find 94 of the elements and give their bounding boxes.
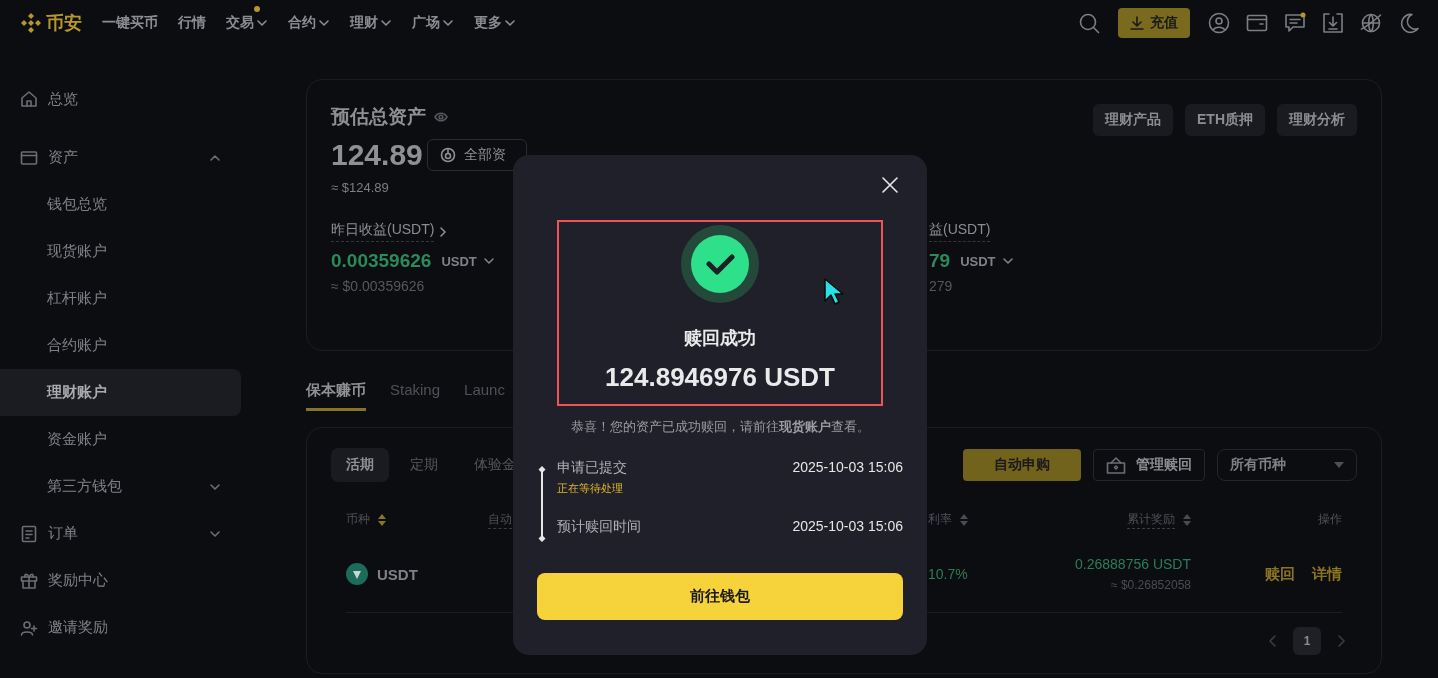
sidebar-item[interactable]: 第三方钱包 bbox=[0, 463, 241, 510]
chevron-down-icon bbox=[482, 255, 495, 267]
action-button[interactable]: 理财产品 bbox=[1093, 104, 1173, 136]
chevron-down-icon bbox=[1001, 255, 1014, 267]
nav-item[interactable]: 广场 bbox=[412, 6, 454, 40]
user-plus-icon bbox=[20, 618, 38, 637]
auto-subscribe-button[interactable]: 自动申购 bbox=[963, 449, 1081, 481]
gift-icon bbox=[20, 571, 38, 590]
box-icon bbox=[1106, 456, 1126, 474]
chevron-down-icon bbox=[504, 17, 516, 29]
sidebar-item[interactable]: 杠杆账户 bbox=[0, 275, 241, 322]
step-status: 正在等待处理 bbox=[557, 481, 624, 496]
sort-icon bbox=[1183, 513, 1191, 527]
stat-usd: ≈ $0.00359626 bbox=[331, 278, 425, 294]
nav-item[interactable]: 交易 bbox=[226, 6, 268, 40]
caret-down-icon bbox=[1334, 462, 1344, 468]
page-button[interactable]: 1 bbox=[1293, 627, 1321, 655]
chart-icon bbox=[439, 147, 456, 163]
close-icon[interactable] bbox=[882, 177, 898, 193]
sidebar-item[interactable]: 邀请奖励 bbox=[0, 604, 241, 651]
diamond-logo-icon bbox=[20, 12, 42, 34]
download-icon bbox=[1130, 16, 1144, 30]
coin-icon bbox=[346, 563, 368, 585]
action-link[interactable]: 详情 bbox=[1312, 564, 1342, 584]
chevron-down-icon bbox=[256, 17, 268, 29]
summary-title: 预估总资产 bbox=[331, 105, 426, 129]
filter-tab[interactable]: 定期 bbox=[395, 448, 453, 482]
step-time: 2025-10-03 15:06 bbox=[792, 518, 903, 534]
unit-selector[interactable]: USDT bbox=[960, 253, 1014, 269]
chevron-down-icon bbox=[318, 17, 330, 29]
sidebar-item[interactable]: 资金账户 bbox=[0, 416, 241, 463]
step-label: 申请已提交 bbox=[557, 459, 627, 477]
column-header: 自动 bbox=[488, 511, 512, 529]
logo-text[interactable]: 币安 bbox=[46, 11, 82, 35]
globe-icon bbox=[1360, 12, 1382, 34]
stat-label: 益(USDT) bbox=[929, 221, 991, 242]
column-header: 操作 bbox=[1318, 511, 1342, 528]
redeem-amount: 124.8946976 USDT bbox=[605, 362, 835, 393]
sidebar-item[interactable]: 订单 bbox=[0, 510, 241, 557]
filter-tab[interactable]: 活期 bbox=[331, 448, 389, 482]
stat-value: 0.00359626 bbox=[331, 250, 432, 272]
document-icon bbox=[20, 524, 38, 543]
step-time: 2025-10-03 15:06 bbox=[792, 459, 903, 475]
sidebar-item[interactable]: 理财账户 bbox=[0, 369, 241, 416]
eye-icon bbox=[434, 110, 448, 124]
coin-name: USDT bbox=[377, 565, 418, 583]
deposit-button[interactable]: 充值 bbox=[1118, 8, 1190, 38]
sidebar-item[interactable]: 资产 bbox=[0, 134, 241, 181]
step-label: 预计赎回时间 bbox=[557, 518, 641, 536]
dialog-title: 赎回成功 bbox=[684, 327, 756, 350]
pointer-icon bbox=[823, 277, 845, 305]
chevron-right-icon bbox=[438, 225, 449, 238]
nav-item[interactable]: 更多 bbox=[474, 6, 516, 40]
chevron-down-icon bbox=[442, 17, 454, 29]
manage-redeem-button[interactable]: 管理赎回 bbox=[1093, 449, 1205, 481]
success-message: 恭喜！您的资产已成功赎回，请前往现货账户查看。 bbox=[570, 418, 870, 436]
user-icon bbox=[1208, 12, 1230, 34]
nav-item[interactable]: 合约 bbox=[288, 6, 330, 40]
house-icon bbox=[20, 90, 38, 108]
apr-value: 10.7% bbox=[928, 566, 968, 582]
unit-selector[interactable]: USDT bbox=[441, 253, 495, 269]
sort-icon bbox=[960, 513, 968, 527]
coin-select[interactable]: 所有币种 bbox=[1217, 449, 1357, 481]
sort-icon bbox=[378, 513, 386, 527]
sidebar-item[interactable]: 总览 bbox=[0, 79, 241, 119]
check-circle-icon bbox=[681, 225, 759, 303]
sidebar-item[interactable]: 钱包总览 bbox=[0, 181, 241, 228]
wallet-icon bbox=[20, 148, 38, 167]
action-link[interactable]: 赎回 bbox=[1265, 564, 1295, 584]
chevron-right-icon bbox=[1337, 635, 1345, 647]
usd-value: ≈ $124.89 bbox=[331, 180, 390, 195]
chevron-left-icon bbox=[1269, 635, 1277, 647]
sidebar-item[interactable]: 现货账户 bbox=[0, 228, 241, 275]
action-button[interactable]: ETH质押 bbox=[1185, 104, 1265, 136]
stat-usd: 279 bbox=[929, 278, 953, 294]
nav-item[interactable]: 理财 bbox=[350, 6, 392, 40]
stat-value: 79 bbox=[929, 250, 951, 272]
reward-usd: ≈ $0.26852058 bbox=[1111, 578, 1191, 592]
notification-dot bbox=[254, 6, 260, 12]
product-tab[interactable]: 保本赚币 bbox=[306, 381, 366, 411]
chevron-down-icon bbox=[380, 17, 392, 29]
wallet-icon bbox=[1246, 12, 1268, 34]
sidebar-item[interactable]: 合约账户 bbox=[0, 322, 241, 369]
search-icon bbox=[1078, 12, 1100, 34]
action-button[interactable]: 理财分析 bbox=[1277, 104, 1357, 136]
sidebar-item[interactable]: 奖励中心 bbox=[0, 557, 241, 604]
nav-item[interactable]: 行情 bbox=[178, 6, 206, 40]
nav-item[interactable]: 一键买币 bbox=[102, 6, 158, 40]
download-box-icon bbox=[1322, 12, 1344, 34]
moon-icon bbox=[1398, 12, 1420, 34]
stat-label[interactable]: 昨日收益(USDT) bbox=[331, 221, 449, 242]
go-to-wallet-button[interactable]: 前往钱包 bbox=[537, 573, 903, 620]
reward-value: 0.26888756 USDT bbox=[1075, 556, 1191, 572]
total-balance: 124.89 bbox=[331, 138, 423, 172]
